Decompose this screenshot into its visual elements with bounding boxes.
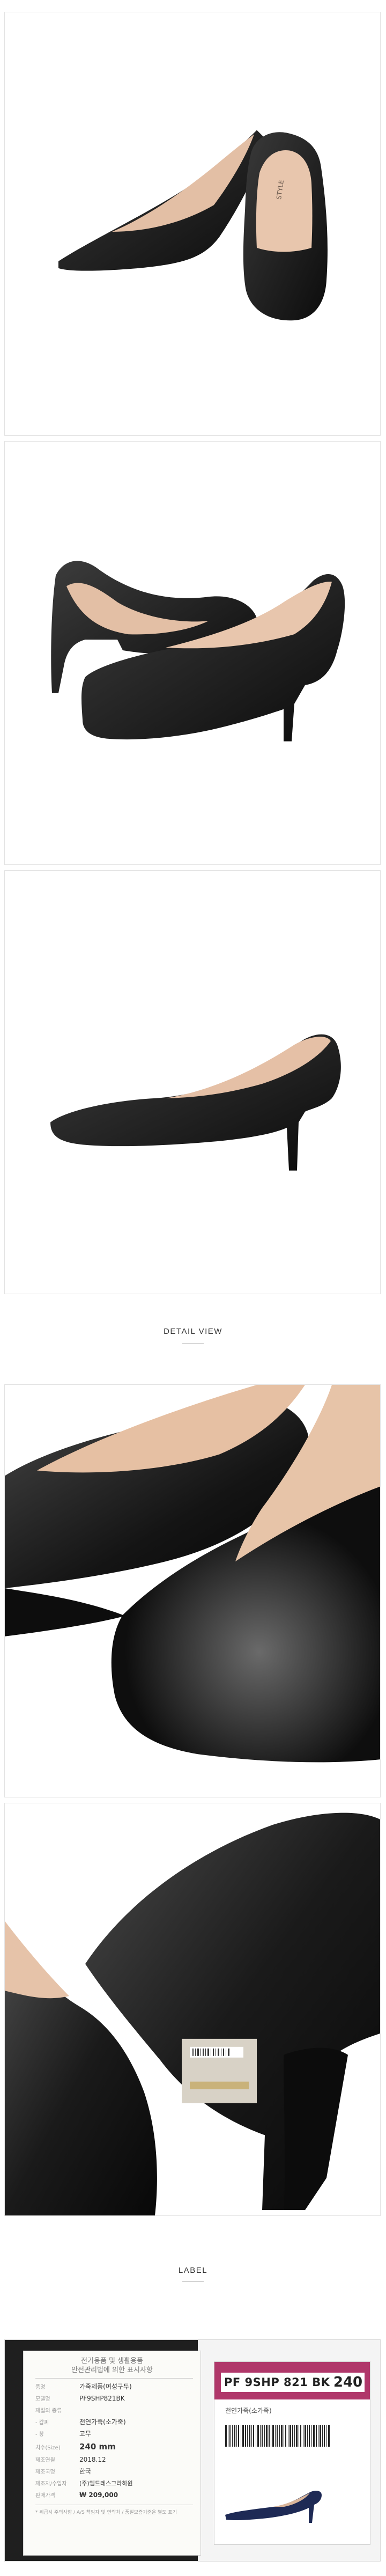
cert-value: 천연가죽(소가죽) — [79, 2418, 126, 2426]
cert-value: 고무 — [79, 2430, 92, 2438]
cert-value: 가죽제품(여성구두) — [79, 2383, 132, 2390]
product-photo-side — [4, 870, 381, 1294]
cert-key: 제조자/수입자 — [35, 2481, 67, 2487]
cert-title-line2: 안전관리법에 의한 표시사항 — [71, 2366, 153, 2374]
cert-key: 치수(Size) — [35, 2445, 61, 2451]
detail-photo-toe — [4, 1384, 381, 1797]
shoe-illustration-icon — [225, 2491, 322, 2523]
cert-value: (주)엠드레스그라하원 — [79, 2480, 133, 2487]
cert-divider-top — [35, 2378, 193, 2379]
size-value: 240 — [331, 2373, 365, 2392]
certification-card: 전기용품 및 생활용품 안전관리법에 의한 표시사항 품명 가죽제품(여성구두) … — [23, 2351, 201, 2556]
cert-row-manufacturer: 제조자/수입자 (주)엠드레스그라하원 — [35, 2478, 195, 2489]
cert-row-upper: - 갑피 천연가죽(소가죽) — [35, 2417, 195, 2427]
cert-row-country: 제조국명 한국 — [35, 2466, 195, 2477]
cert-row-sole: - 창 고무 — [35, 2428, 195, 2439]
detail-view-rule — [182, 1343, 204, 1344]
cert-note: * 취급시 주의사항 / A/S 책임자 및 연락처 / 품질보증기준은 별도 … — [35, 2510, 177, 2515]
cert-key: 제조연월 — [35, 2457, 55, 2463]
cert-key: 판매가격 — [35, 2493, 55, 2499]
price-tag: PF 9SHP 821 BK 240 천연가죽(소가죽) — [214, 2361, 370, 2545]
style-code: PF 9SHP 821 BK — [221, 2373, 331, 2392]
product-photo-pair: STYLE — [4, 12, 381, 436]
label-photo: 전기용품 및 생활용품 안전관리법에 의한 표시사항 품명 가죽제품(여성구두) … — [4, 2339, 381, 2562]
cert-value: PF9SHP821BK — [79, 2395, 125, 2402]
cert-value: ₩ 209,000 — [79, 2491, 118, 2499]
label-heading-rule — [182, 2281, 204, 2282]
cert-title: 전기용품 및 생활용품 안전관리법에 의한 표시사항 — [24, 2357, 201, 2375]
detail-view-heading: DETAIL VIEW — [164, 1327, 222, 1336]
cert-key: 모델명 — [35, 2396, 50, 2402]
cert-key: 품명 — [35, 2384, 46, 2390]
cert-row-manufacture-date: 제조연월 2018.12 — [35, 2454, 195, 2465]
cert-value: 한국 — [79, 2468, 92, 2475]
cert-row-product: 품명 가죽제품(여성구두) — [35, 2381, 195, 2392]
label-heading: LABEL — [178, 2266, 208, 2275]
cert-row-price: 판매가격 ₩ 209,000 — [35, 2490, 195, 2500]
cert-key: - 갑피 — [35, 2420, 49, 2426]
cert-key: - 창 — [35, 2432, 44, 2438]
cert-row-material-type: 재질의 종류 — [35, 2405, 195, 2416]
detail-photo-heel — [4, 1803, 381, 2216]
cert-key: 재질의 종류 — [35, 2408, 62, 2414]
barcode-icon — [225, 2425, 330, 2447]
cert-key: 제조국명 — [35, 2469, 55, 2475]
cert-value: 2018.12 — [79, 2456, 106, 2463]
product-photo-angle — [4, 441, 381, 865]
cert-row-size: 치수(Size) 240 mm — [35, 2441, 195, 2452]
cert-row-model: 모델명 PF9SHP821BK — [35, 2393, 195, 2404]
tag-material: 천연가죽(소가죽) — [225, 2407, 272, 2414]
cert-title-line1: 전기용품 및 생활용품 — [81, 2357, 143, 2365]
cert-value: 240 mm — [79, 2442, 116, 2452]
